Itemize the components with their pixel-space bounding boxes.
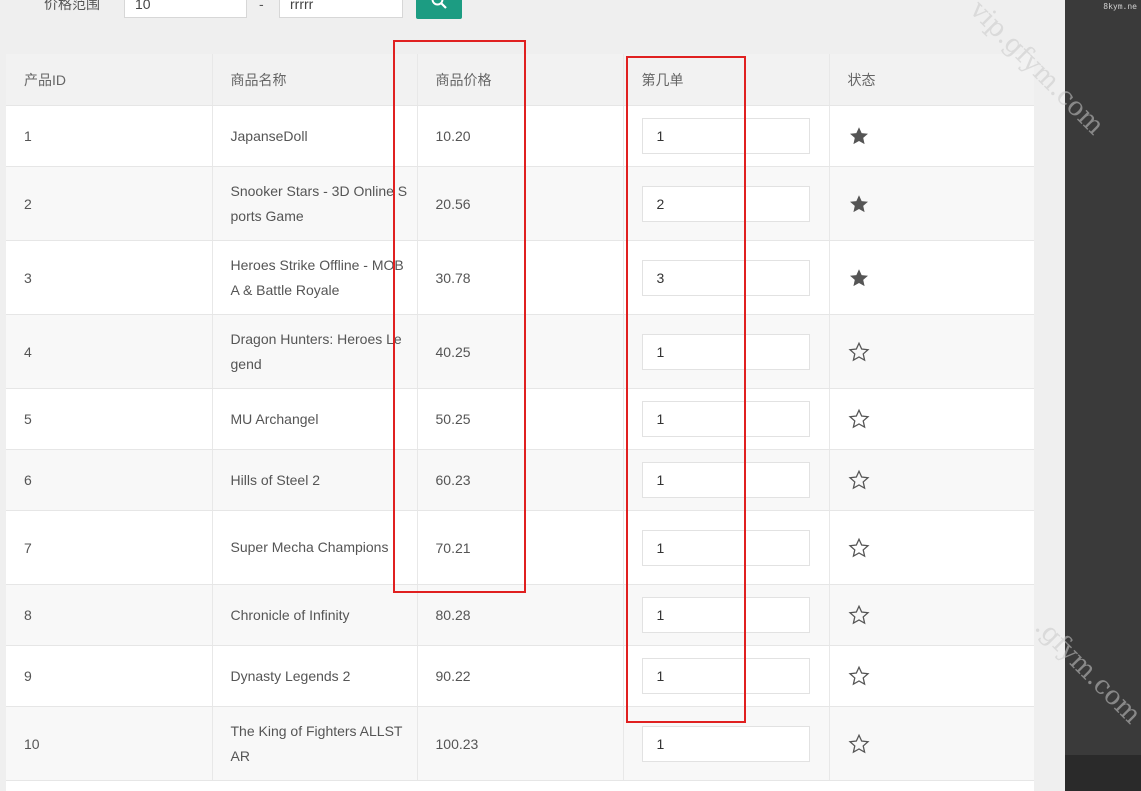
table-row: 4 Dragon Hunters: Heroes Legend 40.25 1: [6, 314, 1034, 389]
product-price-cell: 30.78: [417, 240, 624, 315]
star-filled-icon[interactable]: [848, 267, 1016, 289]
table-row: 3 Heroes Strike Offline - MOBA & Battle R…: [6, 240, 1034, 315]
order-number-input[interactable]: 1: [641, 333, 810, 370]
product-name-cell: Snooker Stars - 3D Online Sports Game: [212, 166, 418, 241]
product-name-cell: Dragon Hunters: Heroes Legend: [212, 314, 418, 389]
order-number-input[interactable]: 1: [641, 725, 810, 762]
table-row: 1 JapanseDoll 10.20 1: [6, 105, 1034, 167]
price-max-input[interactable]: rrrrr: [279, 0, 403, 18]
order-number-input[interactable]: 1: [641, 462, 810, 498]
header-product-price[interactable]: 商品价格: [417, 54, 624, 106]
order-number-input[interactable]: 1: [641, 118, 810, 154]
product-price-cell: 20.56: [417, 166, 624, 241]
star-outline-icon[interactable]: [847, 469, 1016, 491]
status-cell: [829, 388, 1034, 450]
right-side-panel: 8kym.ne: [1065, 0, 1141, 791]
header-product-name[interactable]: 商品名称: [212, 54, 418, 106]
product-id-cell: 2: [6, 166, 213, 241]
price-range-label: 价格范围: [44, 0, 100, 12]
order-number-cell: 2: [623, 166, 830, 241]
product-name-cell: MU Archangel: [212, 388, 418, 450]
corner-watermark: 8kym.ne: [1103, 2, 1137, 11]
order-number-cell: 1: [623, 388, 830, 450]
order-number-cell: 1: [623, 449, 830, 511]
order-number-cell: 1: [623, 706, 830, 781]
product-price-cell: 100.23: [417, 706, 624, 781]
product-id-cell: 8: [6, 584, 213, 646]
product-name-cell: The King of Fighters ALLSTAR: [212, 706, 418, 781]
status-cell: [829, 510, 1034, 585]
product-table: 产品ID 商品名称 商品价格 第几单 状态 1 JapanseDoll 10.20 1…: [6, 54, 1034, 791]
table-row: 5 MU Archangel 50.25 1: [6, 388, 1034, 450]
star-filled-icon[interactable]: [848, 193, 1016, 215]
star-outline-icon[interactable]: [847, 537, 1016, 559]
product-price-cell: 50.25: [417, 388, 624, 450]
table-row: 2 Snooker Stars - 3D Online Sports Game 20…: [6, 166, 1034, 241]
product-price-cell: 80.28: [417, 584, 624, 646]
price-range-separator: -: [259, 0, 264, 12]
product-id-cell: 10: [6, 706, 213, 781]
header-product-id[interactable]: 产品ID: [6, 54, 213, 106]
table-row: 8 Chronicle of Infinity 80.28 1: [6, 584, 1034, 646]
order-number-cell: 1: [623, 105, 830, 167]
product-id-cell: 4: [6, 314, 213, 389]
star-outline-icon[interactable]: [847, 408, 1016, 430]
status-cell: [829, 449, 1034, 511]
product-name-cell: Dynasty Legends 2: [212, 645, 418, 707]
order-number-cell: 3: [623, 240, 830, 315]
star-outline-icon[interactable]: [847, 604, 1016, 626]
product-name-cell: Heroes Strike Offline - MOBA & Battle Ro…: [212, 240, 418, 315]
search-button[interactable]: [416, 0, 462, 19]
table-header-row: 产品ID 商品名称 商品价格 第几单 状态: [6, 54, 1034, 106]
header-status[interactable]: 状态: [829, 54, 1034, 106]
product-price-cell: 90.22: [417, 645, 624, 707]
product-id-cell: 1: [6, 105, 213, 167]
star-outline-icon[interactable]: [847, 341, 1016, 363]
header-order-number[interactable]: 第几单: [623, 54, 830, 106]
product-price-cell: 60.23: [417, 449, 624, 511]
order-number-input[interactable]: 1: [641, 529, 810, 566]
status-cell: [829, 166, 1034, 241]
star-filled-icon[interactable]: [848, 125, 1016, 147]
table-row: 7 Super Mecha Champions 70.21 1: [6, 510, 1034, 585]
order-number-input[interactable]: 1: [641, 401, 810, 437]
status-cell: [829, 584, 1034, 646]
star-outline-icon[interactable]: [847, 733, 1016, 755]
search-icon: [430, 0, 448, 15]
product-name-cell: Chronicle of Infinity: [212, 584, 418, 646]
order-number-cell: 1: [623, 584, 830, 646]
table-row: 10 The King of Fighters ALLSTAR 100.23 1: [6, 706, 1034, 781]
product-price-cell: 40.25: [417, 314, 624, 389]
status-cell: [829, 706, 1034, 781]
star-outline-icon[interactable]: [847, 665, 1016, 687]
order-number-cell: 1: [623, 314, 830, 389]
order-number-input[interactable]: 1: [641, 658, 810, 694]
product-name-cell: Super Mecha Champions: [212, 510, 418, 585]
order-number-cell: 1: [623, 645, 830, 707]
status-cell: [829, 240, 1034, 315]
order-number-cell: 1: [623, 510, 830, 585]
table-row: 6 Hills of Steel 2 60.23 1: [6, 449, 1034, 511]
order-number-input[interactable]: 1: [641, 597, 810, 633]
price-min-input[interactable]: 10: [124, 0, 247, 18]
product-name-cell: JapanseDoll: [212, 105, 418, 167]
product-id-cell: 6: [6, 449, 213, 511]
status-cell: [829, 645, 1034, 707]
status-cell: [829, 314, 1034, 389]
filter-bar: 价格范围 10 - rrrrr: [0, 0, 1065, 38]
order-number-input[interactable]: 3: [641, 259, 810, 296]
right-panel-footer: [1065, 755, 1141, 791]
product-id-cell: 9: [6, 645, 213, 707]
product-name-cell: Hills of Steel 2: [212, 449, 418, 511]
product-id-cell: 7: [6, 510, 213, 585]
product-price-cell: 70.21: [417, 510, 624, 585]
table-row: 9 Dynasty Legends 2 90.22 1: [6, 645, 1034, 707]
order-number-input[interactable]: 2: [641, 185, 810, 222]
product-id-cell: 5: [6, 388, 213, 450]
status-cell: [829, 105, 1034, 167]
product-id-cell: 3: [6, 240, 213, 315]
product-price-cell: 10.20: [417, 105, 624, 167]
